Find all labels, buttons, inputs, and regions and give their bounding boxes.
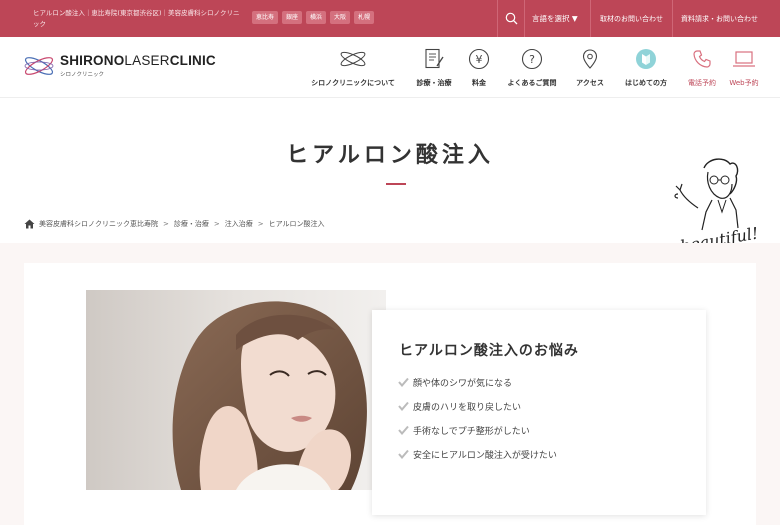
site-description: ヒアルロン酸注入｜恵比寿院(東京都渋谷区)｜美容皮膚科シロノクリニック — [33, 9, 240, 28]
breadcrumb-item[interactable]: 美容皮膚科シロノクリニック恵比寿院 — [39, 219, 158, 229]
svg-text:?: ? — [529, 53, 535, 66]
breadcrumb-item[interactable]: 注入治療 — [225, 219, 253, 229]
nav-treatments[interactable]: 診療・治療 — [411, 47, 457, 88]
check-icon — [398, 401, 409, 411]
hero-photo — [86, 290, 386, 490]
logo-name: SHIRONOLASERCLINIC — [60, 53, 216, 68]
web-reserve-label: Web予約 — [729, 79, 759, 87]
nav-label: シロノクリニックについて — [311, 79, 395, 87]
nav-label: はじめての方 — [625, 79, 667, 87]
area-link-sapporo[interactable]: 札幌 — [354, 11, 375, 24]
question-icon: ? — [521, 48, 543, 70]
web-reserve-button[interactable]: Web予約 — [726, 47, 762, 88]
title-underline — [386, 183, 406, 185]
breadcrumb-separator: > — [213, 220, 220, 228]
area-links: 恵比寿 銀座 横浜 大阪 札幌 — [252, 11, 375, 24]
nav-label: よくあるご質問 — [507, 79, 557, 87]
nav-label: 診療・治療 — [416, 79, 452, 87]
concern-item: 安全にヒアルロン酸注入が受けたい — [398, 442, 557, 466]
logo-subtitle: シロノクリニック — [60, 72, 105, 78]
nav-label: アクセス — [576, 79, 604, 87]
concern-item: 手術なしでプチ整形がしたい — [398, 418, 557, 442]
clinic-logo-icon — [340, 51, 366, 67]
nav-price[interactable]: ¥ 料金 — [464, 47, 494, 88]
svg-text:¥: ¥ — [476, 53, 483, 66]
breadcrumb-current: ヒアルロン酸注入 — [268, 220, 325, 228]
concerns-list: 顔や体のシワが気になる 皮膚のハリを取り戻したい 手術なしでプチ整形がしたい 安… — [398, 370, 557, 466]
area-link-yokohama[interactable]: 横浜 — [306, 11, 327, 24]
divider — [590, 0, 591, 37]
divider — [524, 0, 525, 37]
home-icon[interactable] — [24, 219, 35, 229]
check-icon — [398, 425, 409, 435]
search-icon[interactable] — [505, 12, 518, 25]
site-logo[interactable]: SHIRONOLASERCLINIC シロノクリニック — [22, 53, 216, 79]
laptop-icon — [733, 51, 755, 67]
docs-request-link[interactable]: 資料請求・お問い合わせ — [681, 14, 758, 24]
map-pin-icon — [582, 49, 598, 69]
nav-about[interactable]: シロノクリニックについて — [308, 47, 398, 88]
check-icon — [398, 377, 409, 387]
nav-label: 料金 — [472, 79, 486, 87]
divider — [672, 0, 673, 37]
press-inquiry-link[interactable]: 取材のお問い合わせ — [600, 14, 663, 24]
main-header: SHIRONOLASERCLINIC シロノクリニック シロノクリニックについて… — [0, 37, 780, 98]
concerns-box: ヒアルロン酸注入のお悩み 顔や体のシワが気になる 皮膚のハリを取り戻したい 手術… — [372, 310, 706, 515]
area-link-ginza[interactable]: 銀座 — [282, 11, 303, 24]
breadcrumb-separator: > — [257, 220, 264, 228]
breadcrumb: 美容皮膚科シロノクリニック恵比寿院 > 診療・治療 > 注入治療 > ヒアルロン… — [24, 219, 325, 229]
concerns-heading: ヒアルロン酸注入のお悩み — [399, 343, 579, 359]
language-select[interactable]: 言語を選択 ▼ — [532, 13, 578, 24]
concern-item: 皮膚のハリを取り戻したい — [398, 394, 557, 418]
area-link-ebisu[interactable]: 恵比寿 — [252, 11, 279, 24]
yen-icon: ¥ — [468, 48, 490, 70]
concern-text: 手術なしでプチ整形がしたい — [413, 426, 530, 437]
check-icon — [398, 449, 409, 459]
phone-reserve-label: 電話予約 — [688, 79, 716, 87]
top-bar: ヒアルロン酸注入｜恵比寿院(東京都渋谷区)｜美容皮膚科シロノクリニック 恵比寿 … — [0, 0, 780, 37]
document-icon — [425, 48, 444, 69]
divider — [497, 0, 498, 37]
concern-text: 顔や体のシワが気になる — [413, 378, 513, 389]
nav-first-visit[interactable]: はじめての方 — [622, 47, 670, 88]
breadcrumb-item[interactable]: 診療・治療 — [174, 219, 209, 229]
concern-item: 顔や体のシワが気になる — [398, 370, 557, 394]
phone-icon — [693, 50, 711, 68]
area-link-osaka[interactable]: 大阪 — [330, 11, 351, 24]
nav-faq[interactable]: ? よくあるご質問 — [502, 47, 562, 88]
beginner-icon — [636, 49, 656, 69]
concern-text: 皮膚のハリを取り戻したい — [413, 402, 522, 413]
breadcrumb-separator: > — [163, 220, 169, 228]
concern-text: 安全にヒアルロン酸注入が受けたい — [413, 450, 557, 461]
phone-reserve-button[interactable]: 電話予約 — [684, 47, 720, 88]
nav-access[interactable]: アクセス — [572, 47, 608, 88]
logo-mark-icon — [24, 57, 54, 75]
